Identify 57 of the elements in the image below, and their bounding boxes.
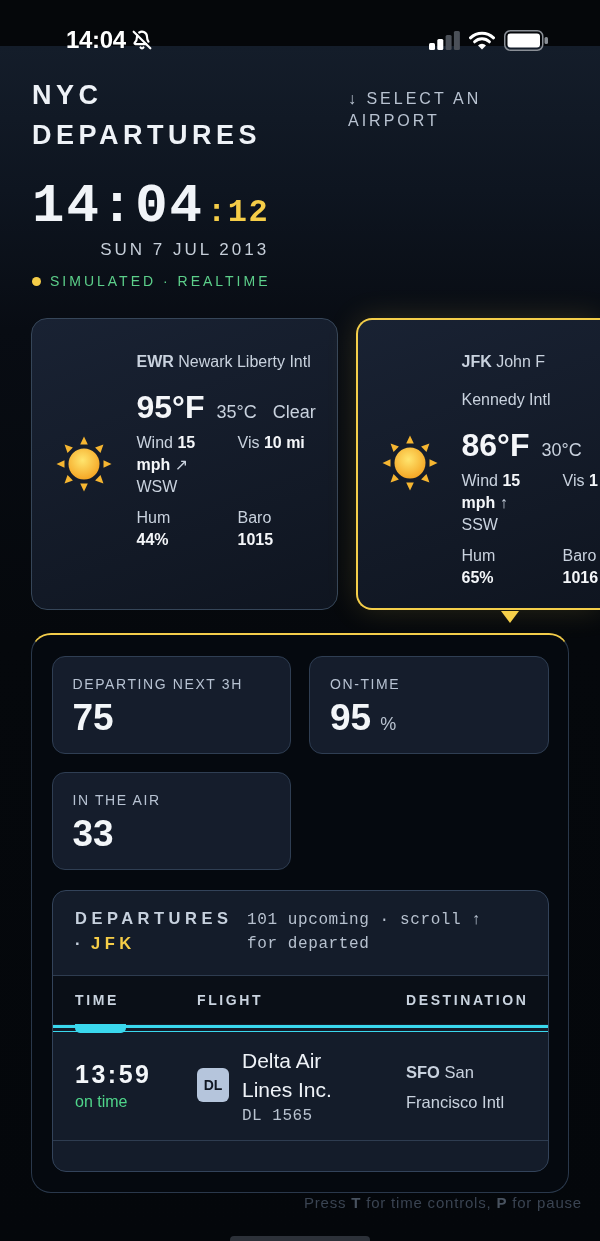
departures-summary: 101 upcoming · scroll ↑ for departed [247, 910, 483, 955]
temperature-celsius: 35°C [216, 400, 257, 424]
sun-icon [56, 435, 113, 492]
stat-label: DEPARTING NEXT 3H [72, 674, 243, 693]
wind-reading: Wind 15 mph ↗ WSW [136, 432, 197, 497]
departure-time: 13:59 [75, 1058, 152, 1089]
column-header: DESTINATION [406, 991, 529, 1009]
airport-card[interactable]: EWR Newark Liberty Intl 95°F 35°C Clear Wind 15 mph ↗ WSW Vis 10 mi Hum 44% Baro 1015 [31, 318, 338, 610]
weather-condition: Clear [272, 400, 316, 424]
stat-unit: % [380, 712, 397, 735]
clock-time: 14:04 [32, 179, 205, 235]
visibility-reading: Vis 10 mi [237, 432, 305, 453]
stat-label: IN THE AIR [72, 790, 161, 809]
airport-card[interactable]: JFK John F Kennedy Intl 86°F 30°C Wind 15 mph ↑ SSW Vis 1 Hum 65% Baro 1016 [356, 318, 600, 610]
departures-airport: JFK [91, 933, 136, 954]
airport-heading: EWR Newark Liberty Intl [136, 351, 311, 372]
column-header: TIME [75, 991, 119, 1009]
destination: SFO San Francisco Intl [406, 1061, 506, 1113]
title-separator: · [75, 933, 85, 954]
humidity-value: 44% [136, 529, 169, 550]
humidity-value: 65% [461, 567, 494, 588]
visibility-reading: Vis 1 [562, 470, 599, 491]
departures-title: DEPARTURES [75, 908, 233, 929]
stat-value: 75 [72, 697, 114, 738]
flight-status: on time [75, 1091, 128, 1112]
clock-date: SUN 7 JUL 2013 [100, 239, 270, 261]
wind-reading: Wind 15 mph ↑ SSW [461, 470, 522, 535]
pressure-label: Baro [562, 545, 597, 566]
battery-icon [504, 29, 548, 51]
airline-code-tag: DL [197, 1067, 229, 1102]
pressure-value: 1016 [562, 567, 599, 588]
pressure-label: Baro [237, 507, 272, 528]
clock-seconds: :12 [207, 195, 270, 231]
temperature-fahrenheit: 95°F [136, 387, 205, 427]
airline-name: Delta Air Lines Inc. [242, 1047, 333, 1103]
status-dot-icon [32, 276, 41, 286]
stat-value: 95 [330, 697, 372, 738]
humidity-label: Hum [136, 507, 171, 528]
sun-icon [381, 435, 438, 492]
status-time: 14:04 [66, 28, 126, 52]
column-header: FLIGHT [197, 991, 264, 1009]
airport-hint: ↓ SELECT AN AIRPORT [348, 89, 483, 131]
pressure-value: 1015 [237, 529, 274, 550]
humidity-label: Hum [461, 545, 496, 566]
signal-icon [429, 30, 460, 50]
mode-label: SIMULATED · REALTIME [50, 272, 271, 291]
airport-heading: JFK John F Kennedy Intl [461, 351, 552, 410]
bell-off-icon [131, 30, 152, 50]
footer-hint: Press T for time controls, P for pause [304, 1193, 582, 1212]
selection-pointer-icon [501, 611, 519, 623]
stat-label: ON-TIME [330, 674, 401, 693]
page-title: NYC DEPARTURES [32, 79, 263, 152]
wifi-icon [469, 30, 495, 50]
temperature-celsius: 30°C [541, 438, 582, 462]
stat-value: 33 [72, 813, 114, 854]
flight-number: DL 1565 [242, 1105, 313, 1127]
temperature-fahrenheit: 86°F [461, 425, 530, 465]
